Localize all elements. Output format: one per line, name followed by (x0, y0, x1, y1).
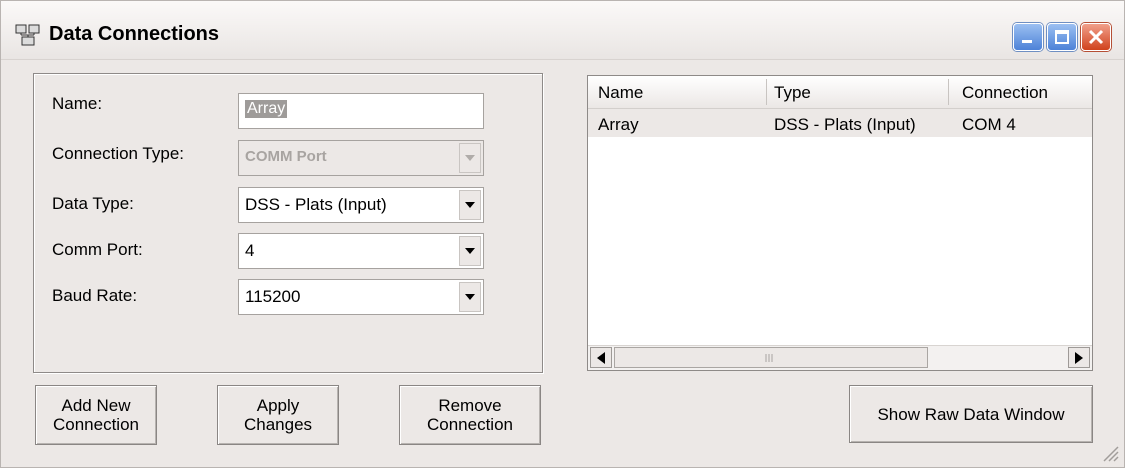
remove-connection-button[interactable]: Remove Connection (399, 385, 541, 445)
row-connection-cell: COM 4 (962, 115, 1016, 134)
grip-icon (765, 354, 773, 362)
chevron-down-icon (465, 294, 475, 300)
comm-port-label: Comm Port: (52, 240, 143, 259)
chevron-down-icon (465, 248, 475, 254)
add-new-connection-button[interactable]: Add New Connection (35, 385, 157, 445)
connection-settings-group: Name: Array Connection Type: COMM Port D… (33, 73, 543, 373)
baud-rate-label: Baud Rate: (52, 286, 138, 305)
window-title: Data Connections (49, 23, 220, 45)
column-header-name[interactable]: Name (598, 83, 643, 103)
minimize-icon (1022, 40, 1032, 43)
data-type-select[interactable]: DSS - Plats (Input) (238, 187, 484, 223)
chevron-right-icon (1075, 352, 1083, 364)
remove-button-line-1: Remove (438, 396, 502, 415)
close-icon (1088, 29, 1104, 45)
list-row[interactable]: Array DSS - Plats (Input) COM 4 (588, 109, 1092, 137)
data-connections-window: Data Connections Name: Array Connection … (0, 0, 1125, 468)
connection-type-select: COMM Port (238, 140, 484, 176)
connections-list[interactable]: Name Type Connection Array DSS - Plats (… (587, 75, 1093, 371)
list-header: Name Type Connection (588, 76, 1092, 109)
data-type-label: Data Type: (52, 194, 134, 213)
show-raw-data-label: Show Raw Data Window (877, 404, 1065, 424)
connection-type-value: COMM Port (245, 148, 327, 165)
minimize-button[interactable] (1013, 23, 1043, 51)
maximize-icon (1055, 30, 1069, 44)
row-name-cell: Array (598, 115, 639, 134)
comm-port-dropdown-button[interactable] (459, 236, 481, 266)
column-divider[interactable] (766, 79, 767, 105)
maximize-button[interactable] (1047, 23, 1077, 51)
column-header-type[interactable]: Type (774, 83, 811, 103)
row-type-cell: DSS - Plats (Input) (774, 115, 916, 134)
apply-button-line-1: Apply (256, 396, 300, 415)
column-divider[interactable] (948, 79, 949, 105)
name-value: Array (245, 100, 288, 118)
scroll-right-button[interactable] (1068, 347, 1090, 368)
chevron-left-icon (597, 352, 605, 364)
horizontal-scrollbar[interactable] (588, 345, 1092, 370)
apply-changes-button[interactable]: Apply Changes (217, 385, 339, 445)
data-type-dropdown-button[interactable] (459, 190, 481, 220)
comm-port-value: 4 (245, 241, 255, 260)
baud-rate-value: 115200 (245, 287, 301, 306)
chevron-down-icon (465, 202, 475, 208)
name-field[interactable]: Array (238, 93, 484, 129)
apply-button-line-2: Changes (243, 415, 313, 434)
data-type-value: DSS - Plats (Input) (245, 195, 387, 214)
name-label: Name: (52, 94, 103, 113)
show-raw-data-window-button[interactable]: Show Raw Data Window (849, 385, 1093, 443)
resize-grip-icon[interactable] (1100, 443, 1120, 463)
add-button-line-2: Connection (52, 415, 139, 434)
scroll-left-button[interactable] (590, 347, 612, 368)
baud-rate-select[interactable]: 115200 (238, 279, 484, 315)
chevron-down-icon (465, 155, 475, 161)
scrollbar-thumb[interactable] (614, 347, 928, 368)
connection-type-label: Connection Type: (52, 144, 184, 163)
title-bar[interactable]: Data Connections (1, 1, 1124, 60)
comm-port-select[interactable]: 4 (238, 233, 484, 269)
baud-rate-dropdown-button[interactable] (459, 282, 481, 312)
column-header-connection[interactable]: Connection (962, 83, 1048, 103)
remove-button-line-2: Connection (426, 415, 513, 434)
connection-type-dropdown-button (459, 143, 481, 173)
add-button-line-1: Add New (61, 396, 131, 415)
network-connections-icon (15, 24, 40, 46)
close-button[interactable] (1081, 23, 1111, 51)
